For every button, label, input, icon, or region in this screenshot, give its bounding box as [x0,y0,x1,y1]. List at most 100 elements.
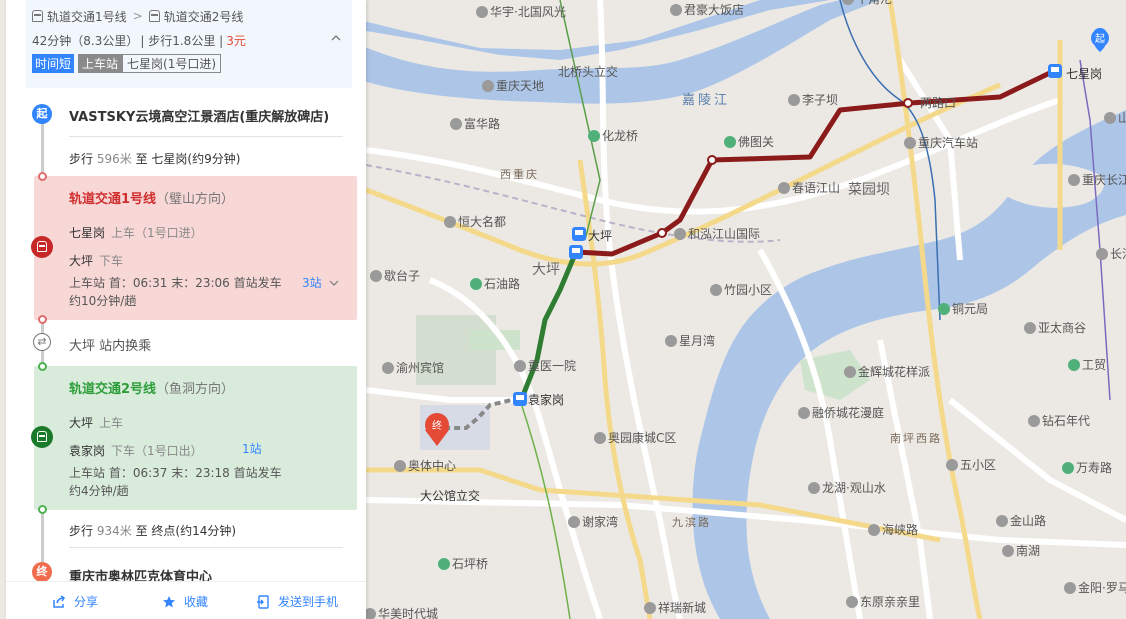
chevron-up-icon[interactable] [330,32,344,46]
favorite-button[interactable]: 收藏 [162,593,208,610]
summary-price: 3元 [226,33,246,48]
segment-line1[interactable]: 轨道交通1号线（璧山方向） 七星岗 上车（1号口进） 大坪 下车 上车站 首：06:… [34,176,357,320]
map-label[interactable]: 渝州宾馆 [396,360,444,375]
map-label[interactable]: 华美时代城 [378,607,438,619]
metro-icon-yuanjiagang [513,392,527,406]
map-label[interactable]: 金阳·罗马假 [1078,580,1126,595]
svg-text:起: 起 [1095,33,1105,45]
map-label[interactable]: 北桥头立交 [558,64,618,79]
map-label[interactable]: 华宇·北国风光 [490,5,566,19]
star-icon [163,595,175,607]
node-dot [38,315,47,324]
bus-stop-icon [470,278,482,290]
segment2-stops-toggle[interactable]: 1站 [242,440,262,457]
map-label[interactable]: 佛图关 [738,135,774,149]
map-label[interactable]: 奥体中心 [408,458,456,473]
route-lines: 轨道交通1号线 > 轨道交通2号线 [32,4,344,28]
tag-fastest: 时间短 [32,54,75,73]
metro-train-icon [31,236,53,258]
map-label[interactable]: 竹园小区 [724,283,772,297]
map-label[interactable]: 嘉陵江 [682,93,730,108]
map-label[interactable]: 恒大名都 [458,214,506,229]
map-label[interactable]: 君豪大饭店 [684,2,744,17]
send-to-phone-button[interactable]: 发送到手机 [256,593,338,610]
segment-line2[interactable]: 轨道交通2号线（鱼洞方向） 大坪 上车 袁家岗 下车（1号口出） 上车站 首：06:… [34,366,357,510]
map-label[interactable]: 金辉城花样派 [858,364,930,379]
panel-footer: 分享 收藏 发送到手机 [6,581,366,619]
map-label[interactable]: 和泓江山国际 [688,227,760,241]
walk-connector [41,118,44,178]
summary-line1: 轨道交通1号线 [47,9,127,24]
map-label[interactable]: 石油路 [484,276,520,291]
map-label[interactable]: 五小区 [960,458,996,472]
map-label[interactable]: 山城 [1118,111,1126,125]
poi-icon [1096,248,1108,260]
poi-icon [1028,415,1040,427]
bus-stop-icon [588,130,600,142]
map-label[interactable]: 万寿路 [1076,460,1112,475]
map-label[interactable]: 铜元局 [952,301,988,316]
poi-icon [868,524,880,536]
summary-walk: | 步行1.8公里 | [140,33,224,48]
map-label[interactable]: 谢家湾 [582,514,618,529]
map-label[interactable]: 亚太商谷 [1038,320,1086,335]
poi-icon [382,362,394,374]
map-label[interactable]: 九滨路 [672,515,711,529]
map-label[interactable]: 石坪桥 [452,557,488,571]
map-label[interactable]: 牛角沱 [856,0,892,6]
poi-icon [808,482,820,494]
map-label[interactable]: 工贸 [1082,358,1106,372]
map-label[interactable]: 祥瑞新城 [658,600,706,615]
segment2-board: 大坪 上车 [69,416,124,430]
transfer-text: 大坪 站内换乘 [69,339,152,354]
map-label[interactable]: 李子坝 [802,92,838,107]
map-label[interactable]: 大坪 [532,262,560,278]
share-button[interactable]: 分享 [52,593,98,610]
poi-icon [444,216,456,228]
map-label[interactable]: 重庆长江 [1082,173,1126,187]
node-dot [38,362,47,371]
start-badge: 起 [32,104,52,124]
send-phone-icon [257,594,269,609]
map-label[interactable]: 融侨城花漫庭 [812,405,884,420]
segment2-title: 轨道交通2号线（鱼洞方向） [69,382,235,397]
poi-icon [798,407,810,419]
map-label[interactable]: 化龙桥 [602,129,638,143]
segment1-alight: 大坪 下车 [69,254,124,268]
map-label[interactable]: 钻石年代 [1042,413,1090,428]
map-label[interactable]: 南湖 [1016,543,1040,558]
map-label[interactable]: 长江 [1110,247,1126,261]
map-label[interactable]: 奥园康城C区 [608,430,676,445]
map-label[interactable]: 大坪 [588,229,612,243]
walk-step-2: 步行 934米 至 终点(约14分钟) [69,524,237,538]
map-label[interactable]: 星月湾 [679,333,715,348]
map-label[interactable]: 七星岗 [1066,67,1102,81]
map-label[interactable]: 袁家岗 [528,392,564,407]
map-label[interactable]: 南坪西路 [890,432,942,445]
poi-icon [670,4,682,16]
chevron-right-icon: > [132,9,143,23]
start-place[interactable]: VASTSKY云境高空江景酒店(重庆解放碑店) [69,106,329,125]
map-label[interactable]: 两路口 [920,95,956,110]
map-label[interactable]: 金山路 [1010,513,1046,528]
share-icon [53,594,66,608]
map-label[interactable]: 西重庆 [500,167,539,181]
map-label[interactable]: 龙湖·观山水 [822,480,886,495]
map-label[interactable]: 大公馆立交 [420,488,480,503]
map-label[interactable]: 重庆天地 [496,79,544,93]
map-label[interactable]: 重医一院 [528,359,576,373]
map-label[interactable]: 东原亲亲里 [860,595,920,609]
segment1-schedule: 上车站 首：06:31 末：23:06 首站发车 约10分钟/趟 [69,276,282,308]
segment1-stops-toggle[interactable]: 3站 [302,274,339,291]
map-label[interactable]: 重庆汽车站 [918,135,978,150]
map-label[interactable]: 富华路 [464,116,500,131]
segment1-title: 轨道交通1号线（璧山方向） [69,192,235,207]
poi-icon [514,360,526,372]
map-label[interactable]: 歇台子 [384,268,420,283]
route-summary[interactable]: 轨道交通1号线 > 轨道交通2号线 42分钟 （8.3公里） | 步行1.8公里… [26,0,352,88]
map-label[interactable]: 海峡路 [882,522,918,537]
map-label[interactable]: 春语江山 [792,181,840,195]
map-label[interactable]: 菜园坝 [848,182,890,198]
poi-icon [1064,582,1076,594]
segment2-alight: 袁家岗 下车（1号口出） [69,444,203,458]
